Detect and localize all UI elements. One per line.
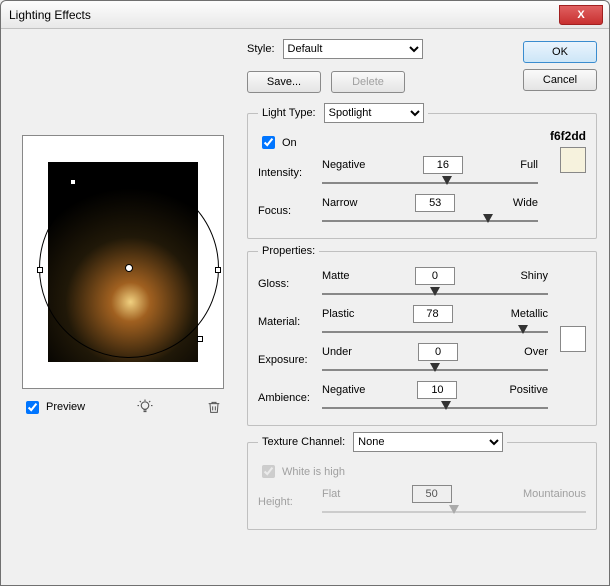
- height-input: [412, 485, 452, 503]
- material-label: Material:: [258, 316, 314, 328]
- intensity-label: Intensity:: [258, 167, 314, 179]
- style-select[interactable]: Default: [283, 39, 423, 59]
- on-label: On: [282, 137, 297, 149]
- on-checkbox[interactable]: [262, 136, 275, 149]
- close-button[interactable]: X: [559, 5, 603, 25]
- save-button[interactable]: Save...: [247, 71, 321, 93]
- close-icon: X: [577, 9, 584, 21]
- light-color-swatch[interactable]: [560, 147, 586, 173]
- material-input[interactable]: [413, 305, 453, 323]
- window-title: Lighting Effects: [9, 8, 91, 22]
- style-label: Style:: [247, 43, 275, 55]
- lightbulb-icon[interactable]: [135, 397, 155, 417]
- ambience-input[interactable]: [417, 381, 457, 399]
- light-type-group: Light Type: Spotlight On Intensity:: [247, 103, 597, 239]
- trash-icon[interactable]: [204, 397, 224, 417]
- preview-area[interactable]: [22, 135, 224, 389]
- preview-checkbox-input[interactable]: [26, 401, 39, 414]
- left-column: Preview: [13, 39, 233, 573]
- properties-color-swatch[interactable]: [560, 326, 586, 352]
- focus-left: Narrow: [322, 197, 357, 209]
- height-label: Height:: [258, 496, 314, 508]
- focus-input[interactable]: [415, 194, 455, 212]
- properties-legend: Properties:: [258, 245, 319, 257]
- light-type-legend: Light Type: Spotlight: [258, 103, 428, 123]
- focus-label: Focus:: [258, 205, 314, 217]
- preview-footer: Preview: [22, 397, 224, 417]
- properties-group: Properties: Gloss: MatteShiny Material:: [247, 245, 597, 426]
- preview-image: [48, 162, 198, 362]
- intensity-input[interactable]: [423, 156, 463, 174]
- material-slider[interactable]: [322, 325, 548, 339]
- texture-channel-select[interactable]: None: [353, 432, 503, 452]
- delete-button: Delete: [331, 71, 405, 93]
- intensity-slider[interactable]: [322, 176, 538, 190]
- gloss-slider[interactable]: [322, 287, 548, 301]
- gizmo-handle[interactable]: [215, 267, 221, 273]
- ambience-slider[interactable]: [322, 401, 548, 415]
- style-row: Style: Default Save... Delete OK Cancel: [247, 39, 597, 93]
- focus-slider[interactable]: [322, 214, 538, 228]
- right-column: Style: Default Save... Delete OK Cancel: [247, 39, 597, 573]
- intensity-left: Negative: [322, 159, 365, 171]
- lighting-effects-dialog: Lighting Effects X Preview: [0, 0, 610, 586]
- dialog-body: Preview Style: Default: [1, 29, 609, 585]
- exposure-label: Exposure:: [258, 354, 314, 366]
- gloss-label: Gloss:: [258, 278, 314, 290]
- intensity-right: Full: [520, 159, 538, 171]
- exposure-slider[interactable]: [322, 363, 548, 377]
- ambience-label: Ambience:: [258, 392, 314, 404]
- white-high-checkbox: [262, 465, 275, 478]
- titlebar[interactable]: Lighting Effects X: [1, 1, 609, 29]
- cancel-button[interactable]: Cancel: [523, 69, 597, 91]
- height-slider: [322, 505, 586, 519]
- gloss-input[interactable]: [415, 267, 455, 285]
- ok-button[interactable]: OK: [523, 41, 597, 63]
- texture-legend: Texture Channel: None: [258, 432, 507, 452]
- white-high-label: White is high: [282, 466, 345, 478]
- gizmo-handle[interactable]: [37, 267, 43, 273]
- preview-checkbox[interactable]: Preview: [22, 398, 85, 417]
- focus-right: Wide: [513, 197, 538, 209]
- light-type-select[interactable]: Spotlight: [324, 103, 424, 123]
- preview-checkbox-label: Preview: [46, 401, 85, 413]
- exposure-input[interactable]: [418, 343, 458, 361]
- color-hex: f6f2dd: [538, 129, 586, 143]
- texture-group: Texture Channel: None White is high Heig…: [247, 432, 597, 530]
